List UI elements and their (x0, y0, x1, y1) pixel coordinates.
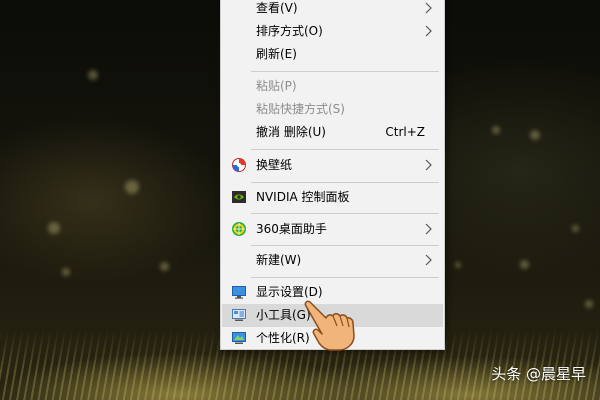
chevron-right-icon (425, 159, 432, 171)
menu-separator (251, 149, 439, 150)
gadgets-icon (232, 309, 246, 321)
menu-item-sort-by[interactable]: 排序方式(O) (222, 20, 443, 43)
menu-item-view[interactable]: 查看(V) (222, 0, 443, 20)
chevron-right-icon (425, 223, 432, 235)
menu-item-label: NVIDIA 控制面板 (256, 190, 350, 204)
menu-item-undo-delete[interactable]: 撤消 删除(U) Ctrl+Z (222, 121, 443, 144)
menu-item-360-desktop-assistant[interactable]: 360桌面助手 (222, 218, 443, 241)
menu-item-paste-shortcut: 粘贴快捷方式(S) (222, 98, 443, 121)
menu-item-paste: 粘贴(P) (222, 75, 443, 98)
wallpaper-icon (232, 158, 246, 172)
chevron-right-icon (425, 254, 432, 266)
menu-item-label: 360桌面助手 (256, 222, 327, 236)
display-settings-icon (232, 286, 246, 299)
menu-separator (251, 182, 439, 183)
menu-item-label: 粘贴快捷方式(S) (256, 102, 345, 116)
menu-item-label: 粘贴(P) (256, 79, 297, 93)
menu-separator (251, 71, 439, 72)
chevron-right-icon (425, 25, 432, 37)
menu-item-label: 新建(W) (256, 253, 302, 267)
menu-item-label: 查看(V) (256, 1, 298, 15)
menu-separator (251, 213, 439, 214)
menu-item-label: 撤消 删除(U) (256, 125, 326, 139)
menu-item-label: 排序方式(O) (256, 24, 323, 38)
menu-separator (251, 277, 439, 278)
menu-item-nvidia-control-panel[interactable]: NVIDIA 控制面板 (222, 186, 443, 209)
menu-item-label: 刷新(E) (256, 47, 297, 61)
personalize-icon (232, 332, 246, 344)
menu-item-label: 换壁纸 (256, 158, 293, 172)
menu-item-shortcut: Ctrl+Z (385, 125, 425, 139)
nvidia-icon (232, 191, 246, 203)
360-assistant-icon (232, 222, 246, 236)
pointing-hand-cursor-icon (304, 300, 355, 351)
menu-item-change-wallpaper[interactable]: 换壁纸 (222, 154, 443, 177)
watermark-text: 头条 @晨星早 (491, 365, 586, 383)
chevron-right-icon (425, 2, 432, 14)
menu-item-new[interactable]: 新建(W) (222, 249, 443, 272)
menu-item-refresh[interactable]: 刷新(E) (222, 43, 443, 66)
menu-separator (251, 245, 439, 246)
